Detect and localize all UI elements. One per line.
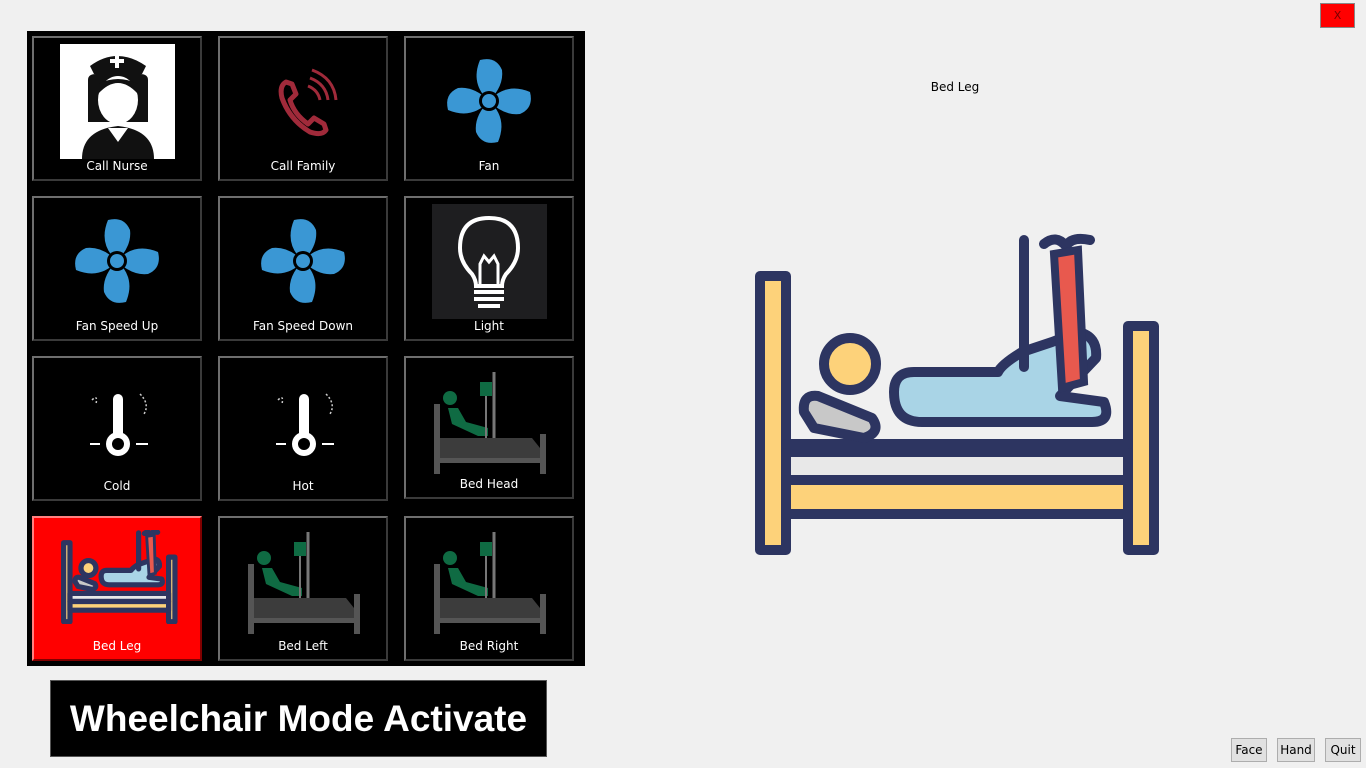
lightbulb-icon bbox=[432, 204, 547, 319]
tile-label: Hot bbox=[292, 479, 314, 493]
tile-label: Fan Speed Up bbox=[75, 319, 159, 333]
phone-icon bbox=[278, 68, 338, 137]
hospital-bed-icon bbox=[248, 532, 360, 634]
hospital-bed-icon bbox=[434, 532, 546, 634]
bed-leg-button[interactable]: Bed Leg bbox=[32, 516, 202, 661]
tile-label: Bed Head bbox=[459, 477, 519, 491]
fan-speed-up-button[interactable]: Fan Speed Up bbox=[32, 196, 202, 341]
control-grid: Call Nurse Call Family Fan Fan Speed Up … bbox=[27, 31, 585, 666]
tile-label: Light bbox=[474, 319, 504, 333]
hot-button[interactable]: Hot bbox=[218, 356, 388, 501]
hospital-bed-icon bbox=[434, 372, 546, 474]
bed-right-button[interactable]: Bed Right bbox=[404, 516, 574, 661]
cold-button[interactable]: Cold bbox=[32, 356, 202, 501]
tile-label: Cold bbox=[103, 479, 131, 493]
fan-speed-down-button[interactable]: Fan Speed Down bbox=[218, 196, 388, 341]
face-button[interactable]: Face bbox=[1231, 738, 1267, 762]
bed-leg-icon bbox=[61, 530, 178, 624]
thermometer-icon bbox=[90, 393, 148, 456]
preview-label: Bed Leg bbox=[930, 80, 980, 94]
tile-label: Call Family bbox=[270, 159, 336, 173]
fan-icon bbox=[447, 59, 531, 143]
tile-label: Bed Left bbox=[278, 639, 328, 653]
tile-label: Call Nurse bbox=[86, 159, 148, 173]
close-button[interactable]: X bbox=[1320, 3, 1355, 28]
thermometer-icon bbox=[276, 393, 334, 456]
quit-button[interactable]: Quit bbox=[1325, 738, 1361, 762]
tile-label: Bed Leg bbox=[92, 639, 142, 653]
nurse-icon bbox=[60, 44, 175, 159]
fan-icon bbox=[261, 219, 345, 303]
fan-icon bbox=[75, 219, 159, 303]
fan-button[interactable]: Fan bbox=[404, 36, 574, 181]
bed-left-button[interactable]: Bed Left bbox=[218, 516, 388, 661]
tile-label: Bed Right bbox=[459, 639, 519, 653]
bed-leg-icon bbox=[755, 233, 1159, 555]
tile-label: Fan bbox=[478, 159, 500, 173]
light-button[interactable]: Light bbox=[404, 196, 574, 341]
hand-button[interactable]: Hand bbox=[1277, 738, 1315, 762]
bed-head-button[interactable]: Bed Head bbox=[404, 356, 574, 499]
call-nurse-button[interactable]: Call Nurse bbox=[32, 36, 202, 181]
call-family-button[interactable]: Call Family bbox=[218, 36, 388, 181]
wheelchair-mode-banner[interactable]: Wheelchair Mode Activate bbox=[50, 680, 547, 757]
tile-label: Fan Speed Down bbox=[252, 319, 353, 333]
